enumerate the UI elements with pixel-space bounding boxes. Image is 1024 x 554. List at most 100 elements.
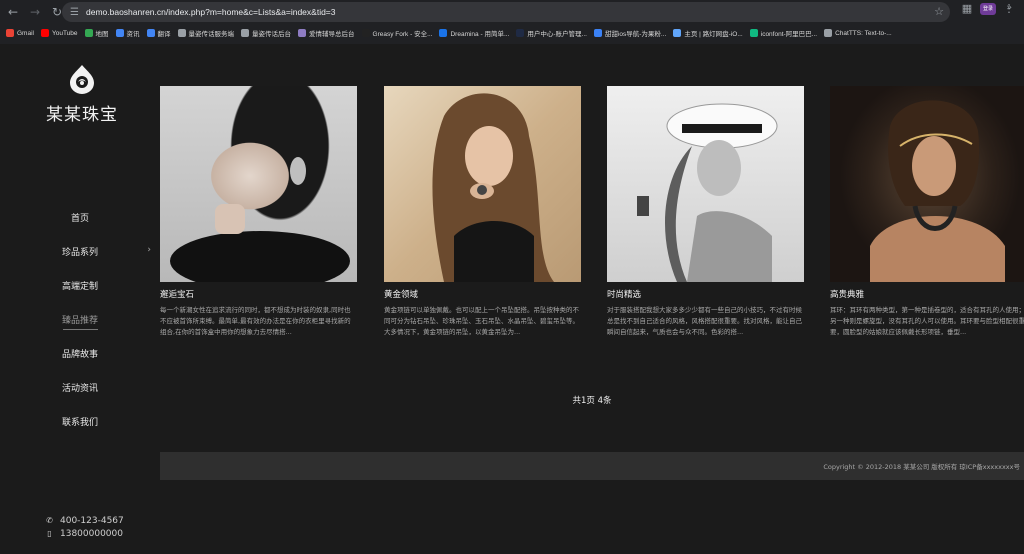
bookmark-favicon-icon bbox=[298, 29, 307, 37]
contact-tel: ✆ 400-123-4567 bbox=[45, 514, 124, 527]
bookmarks-bar: Gmail YouTube 地图 资讯 翻译 量姿传话服务端 量姿传话后台 爱情辅导总后台 Gr… bbox=[0, 24, 1024, 42]
bookmark-item[interactable]: 爱情辅导总后台 bbox=[298, 28, 355, 38]
copyright-text: Copyright © 2012-2018 某某公司 版权所有 琼ICP备xxx… bbox=[823, 463, 1020, 471]
menu-label: 品牌故事 bbox=[61, 349, 98, 360]
bookmark-label: 量姿传话后台 bbox=[252, 31, 292, 38]
bookmark-label: 甜甜ios导航-为果粉... bbox=[604, 31, 667, 38]
bookmark-favicon-icon bbox=[146, 29, 155, 37]
bookmark-item[interactable]: 甜甜ios导航-为果粉... bbox=[593, 28, 667, 38]
portrait-illustration bbox=[170, 157, 350, 282]
bookmark-label: 量姿传话服务端 bbox=[188, 31, 235, 38]
back-icon[interactable]: ← bbox=[4, 3, 22, 21]
menu-label: 活动资讯 bbox=[61, 383, 98, 394]
forward-icon[interactable]: → bbox=[26, 3, 44, 21]
menu-label: 臻品推荐 bbox=[61, 315, 98, 326]
product-card[interactable]: 时尚精选 对于服装搭配我想大家多多少少都有一些自己的小技巧，不过有时候总是找不到… bbox=[607, 86, 804, 349]
extensions-icon[interactable]: ▦ bbox=[960, 2, 974, 15]
bookmark-item[interactable]: Gmail bbox=[6, 29, 34, 37]
logo-text: 某某珠宝 bbox=[46, 105, 118, 125]
bookmark-label: 爱情辅导总后台 bbox=[309, 31, 355, 38]
bookmark-label: Greasy Fork - 安全... bbox=[372, 31, 433, 38]
bookmark-label: 用户中心-账户管理... bbox=[527, 31, 587, 38]
bookmark-favicon-icon bbox=[84, 29, 93, 37]
footer: Copyright © 2012-2018 某某公司 版权所有 琼ICP备xxx… bbox=[160, 452, 1024, 480]
logo[interactable]: 某某珠宝 bbox=[44, 64, 120, 125]
bookmark-item[interactable]: Dreamina - 用简单... bbox=[439, 28, 509, 38]
product-card[interactable]: 黄金领域 黄金项链可以单独佩戴。也可以配上一个吊坠配搭。吊坠按种类的不同可分为钻… bbox=[384, 86, 581, 349]
sidebar: 某某珠宝 首页 珍品系列 › 高端定制 臻品推荐 品牌故事 活动资讯 联系我们 ✆… bbox=[0, 44, 160, 554]
mobile-text: 13800000000 bbox=[60, 528, 123, 539]
bookmark-item[interactable]: 用户中心-账户管理... bbox=[516, 28, 587, 38]
bookmark-item[interactable]: 资讯 bbox=[115, 28, 140, 38]
bookmark-favicon-icon bbox=[115, 29, 124, 37]
bookmark-item[interactable]: 量姿传话服务端 bbox=[177, 28, 235, 38]
product-image[interactable] bbox=[830, 86, 1024, 282]
contact-mobile: ▯ 13800000000 bbox=[45, 527, 124, 540]
product-card[interactable]: 高贵典雅 耳环：耳环有两种类型，第一种是插卷型的，适合有耳孔的人使用；另一种则是… bbox=[830, 86, 1024, 349]
site-info-icon[interactable]: ☰ bbox=[70, 7, 84, 18]
portrait-illustration bbox=[637, 103, 778, 282]
bookmark-label: iconfont-阿里巴巴... bbox=[760, 31, 818, 38]
bookmark-label: 主页 | 路灯网盘-iO... bbox=[684, 31, 743, 38]
bookmark-item[interactable]: 地图 bbox=[84, 28, 109, 38]
contact-info: ✆ 400-123-4567 ▯ 13800000000 bbox=[45, 514, 124, 540]
bookmark-item[interactable]: ChatTTS: Text-to-... bbox=[824, 29, 892, 37]
bookmark-label: Dreamina - 用简单... bbox=[450, 31, 510, 38]
bookmark-favicon-icon bbox=[673, 29, 682, 37]
bookmark-label: 地图 bbox=[95, 31, 109, 38]
browser-toolbar: ← → ↻ ☰ demo.baoshanren.cn/index.php?m=h… bbox=[0, 0, 1024, 24]
main-content: 邂逅宝石 每一个新潮女性在追求流行的同时，都不想成为时装的奴隶,同时也不应被首饰… bbox=[160, 44, 1024, 554]
bookmark-item[interactable]: Greasy Fork - 安全... bbox=[361, 28, 433, 38]
bookmark-favicon-icon bbox=[824, 29, 833, 37]
product-grid: 邂逅宝石 每一个新潮女性在追求流行的同时，都不想成为时装的奴隶,同时也不应被首饰… bbox=[160, 86, 1024, 356]
page: 某某珠宝 首页 珍品系列 › 高端定制 臻品推荐 品牌故事 活动资讯 联系我们 ✆… bbox=[0, 44, 1024, 554]
menu-item-home[interactable]: 首页 bbox=[0, 200, 160, 234]
bookmark-favicon-icon bbox=[40, 29, 49, 37]
product-image[interactable] bbox=[384, 86, 581, 282]
bookmark-label: Gmail bbox=[17, 29, 34, 37]
bookmark-item[interactable]: 主页 | 路灯网盘-iO... bbox=[673, 28, 743, 38]
menu-item-news[interactable]: 活动资讯 bbox=[0, 370, 160, 404]
bookmark-favicon-icon bbox=[177, 29, 186, 37]
product-title[interactable]: 黄金领域 bbox=[384, 288, 581, 300]
product-image[interactable] bbox=[607, 86, 804, 282]
product-image[interactable] bbox=[160, 86, 357, 282]
menu-item-recommend[interactable]: 臻品推荐 bbox=[0, 302, 160, 336]
portrait-illustration bbox=[432, 93, 554, 282]
phone-icon: ✆ bbox=[46, 516, 53, 525]
bookmark-favicon-icon bbox=[749, 29, 758, 37]
url-text[interactable]: demo.baoshanren.cn/index.php?m=home&c=Li… bbox=[86, 7, 336, 17]
product-desc: 耳环：耳环有两种类型，第一种是插卷型的，适合有耳孔的人使用；另一种则是螺旋型，没… bbox=[830, 306, 1024, 336]
bookmark-favicon-icon bbox=[516, 29, 525, 37]
bookmark-item[interactable]: 翻译 bbox=[146, 28, 171, 38]
product-desc: 黄金项链可以单独佩戴。也可以配上一个吊坠配搭。吊坠按种类的不同可分为钻石吊坠、珍… bbox=[384, 306, 579, 336]
portrait-illustration bbox=[870, 100, 1005, 282]
bookmark-favicon-icon bbox=[241, 29, 250, 37]
product-desc: 每一个新潮女性在追求流行的同时，都不想成为时装的奴隶,同时也不应被首饰所束缚。最… bbox=[160, 306, 351, 336]
product-title[interactable]: 邂逅宝石 bbox=[160, 288, 357, 300]
menu-item-brand-story[interactable]: 品牌故事 bbox=[0, 336, 160, 370]
bookmark-item[interactable]: iconfont-阿里巴巴... bbox=[749, 28, 818, 38]
product-title[interactable]: 高贵典雅 bbox=[830, 288, 1024, 300]
main-menu: 首页 珍品系列 › 高端定制 臻品推荐 品牌故事 活动资讯 联系我们 bbox=[0, 200, 160, 438]
chevron-right-icon: › bbox=[147, 245, 151, 255]
bookmark-label: 资讯 bbox=[126, 31, 140, 38]
address-bar[interactable]: ☰ demo.baoshanren.cn/index.php?m=home&c=… bbox=[62, 2, 950, 22]
menu-item-treasure-series[interactable]: 珍品系列 › bbox=[0, 234, 160, 268]
bookmark-item[interactable]: YouTube bbox=[40, 29, 78, 37]
browser-chrome: ← → ↻ ☰ demo.baoshanren.cn/index.php?m=h… bbox=[0, 0, 1024, 44]
bookmark-label: 翻译 bbox=[157, 31, 171, 38]
menu-item-custom[interactable]: 高端定制 bbox=[0, 268, 160, 302]
logo-mark-icon bbox=[70, 65, 94, 94]
bookmark-item[interactable]: 量姿传话后台 bbox=[241, 28, 291, 38]
product-desc: 对于服装搭配我想大家多多少少都有一些自己的小技巧，不过有时候总是找不到自己适合的… bbox=[607, 306, 802, 336]
bookmarks-overflow-icon[interactable]: » bbox=[1006, 3, 1012, 13]
bookmark-favicon-icon bbox=[439, 29, 448, 37]
product-card[interactable]: 邂逅宝石 每一个新潮女性在追求流行的同时，都不想成为时装的奴隶,同时也不应被首饰… bbox=[160, 86, 357, 349]
product-title[interactable]: 时尚精选 bbox=[607, 288, 804, 300]
pagination-info: 共1页 4条 bbox=[572, 396, 612, 406]
profile-button[interactable]: 登录 bbox=[980, 2, 996, 15]
menu-item-contact[interactable]: 联系我们 bbox=[0, 404, 160, 438]
bookmark-star-icon[interactable]: ☆ bbox=[934, 5, 944, 18]
menu-label: 高端定制 bbox=[61, 281, 98, 292]
